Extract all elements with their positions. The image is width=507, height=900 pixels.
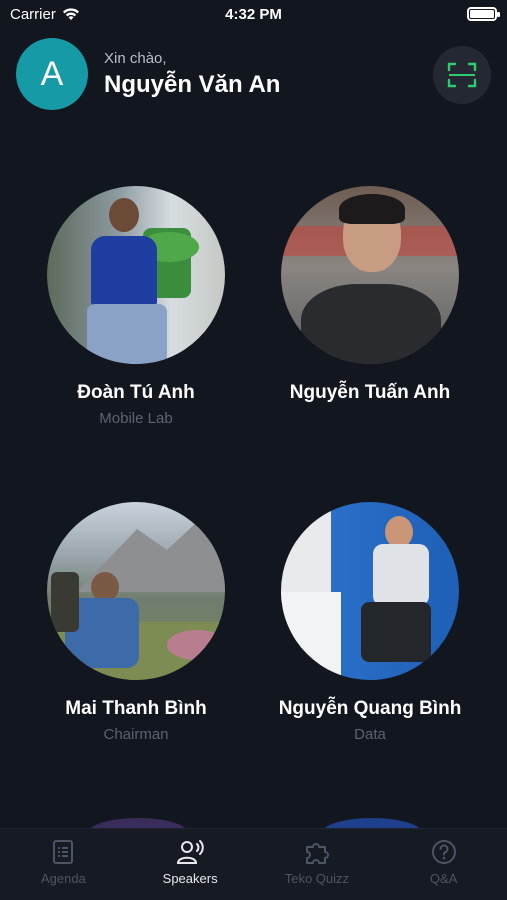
speaker-role: Chairman	[103, 726, 169, 743]
agenda-list-icon	[53, 840, 74, 864]
status-bar: Carrier 4:32 PM	[0, 0, 507, 28]
speaker-photo	[47, 502, 225, 680]
speaker-role: Mobile Lab	[99, 410, 173, 427]
speaker-card[interactable]: Đoàn Tú Anh Mobile Lab	[16, 186, 256, 427]
tab-label: Teko Quizz	[284, 871, 350, 886]
tab-label: Q&A	[429, 871, 458, 886]
tab-agenda[interactable]: Agenda	[0, 829, 127, 900]
speaker-photo	[47, 186, 225, 364]
question-icon	[431, 840, 456, 864]
speaker-card[interactable]: Nguyễn Quang Bình Data	[250, 502, 490, 743]
speaker-card[interactable]: Nguyễn Tuấn Anh	[250, 186, 490, 410]
battery-level	[470, 10, 494, 18]
tab-teko-quizz[interactable]: Teko Quizz	[254, 829, 381, 900]
speaker-icon	[177, 840, 204, 864]
speaker-name: Nguyễn Tuấn Anh	[289, 382, 451, 403]
speaker-name: Đoàn Tú Anh	[77, 382, 195, 403]
greeting-text: Xin chào,	[104, 49, 167, 67]
speaker-name: Mai Thanh Bình	[65, 698, 207, 719]
carrier-info: Carrier	[10, 6, 80, 23]
speaker-photo	[281, 186, 459, 364]
tab-qa[interactable]: Q&A	[380, 829, 507, 900]
tab-speakers[interactable]: Speakers	[127, 829, 254, 900]
battery-icon	[467, 7, 500, 21]
qr-scan-icon	[447, 62, 477, 88]
avatar[interactable]: A	[16, 38, 88, 110]
speaker-photo	[281, 502, 459, 680]
tab-bar: Agenda Speakers Teko Quizz Q&A	[0, 828, 507, 900]
puzzle-icon	[305, 843, 329, 864]
scan-button[interactable]	[433, 46, 491, 104]
greeting-block: Xin chào, Nguyễn Văn An	[104, 50, 280, 99]
tab-label: Speakers	[162, 871, 218, 886]
user-name: Nguyễn Văn An	[104, 70, 281, 98]
header: A Xin chào, Nguyễn Văn An	[16, 38, 491, 110]
carrier-label: Carrier	[10, 5, 56, 23]
tab-label: Agenda	[40, 871, 86, 886]
speaker-role: Data	[354, 726, 386, 743]
speaker-name: Nguyễn Quang Bình	[278, 698, 462, 719]
wifi-icon	[62, 8, 79, 20]
speaker-card[interactable]: Mai Thanh Bình Chairman	[16, 502, 256, 743]
